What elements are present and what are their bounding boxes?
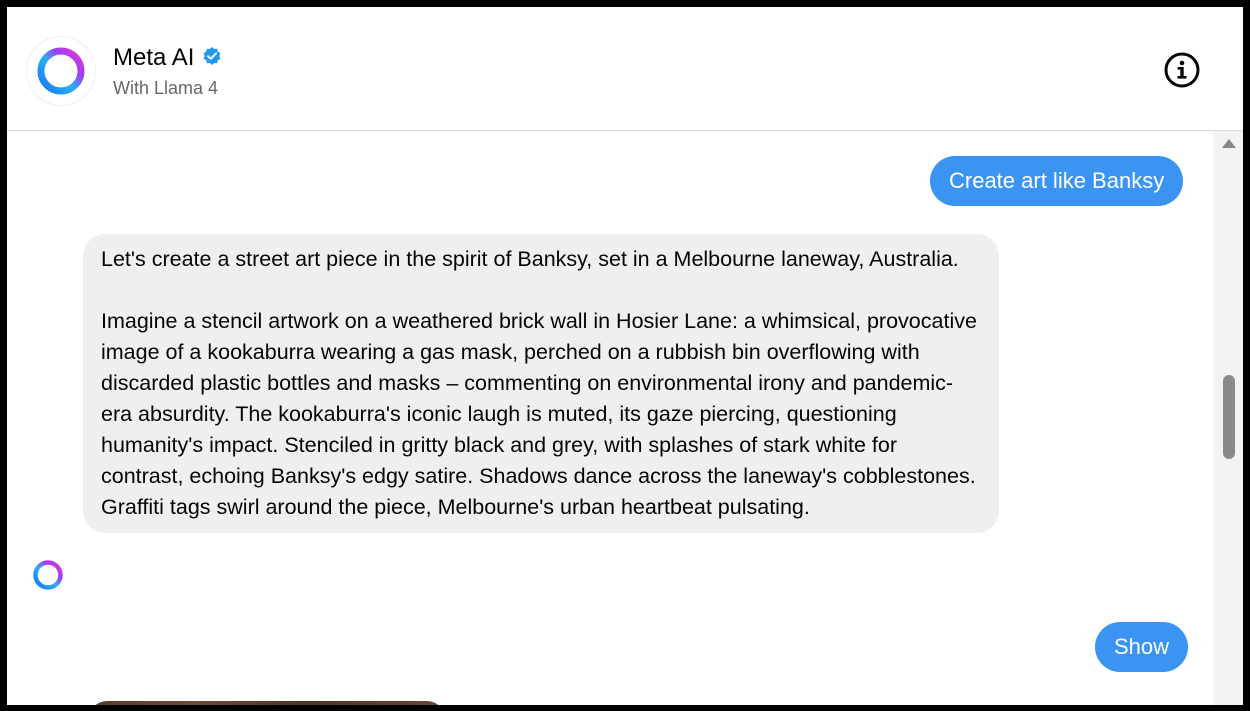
message-list[interactable]: Create art like Banksy Let's create a st… — [7, 131, 1213, 705]
chat-subtitle: With Llama 4 — [113, 78, 219, 98]
meta-ai-avatar[interactable] — [27, 37, 95, 105]
info-icon — [1164, 52, 1200, 88]
meta-ai-ring-icon — [37, 47, 85, 95]
scrollbar[interactable] — [1213, 131, 1243, 705]
meta-ai-ring-icon — [33, 560, 63, 590]
chat-window: Meta AI With Llama 4 Create art like Ban… — [7, 7, 1243, 705]
user-message[interactable]: Show — [1095, 622, 1189, 672]
scrollbar-thumb[interactable] — [1223, 375, 1235, 459]
verified-badge-icon — [202, 46, 222, 71]
chat-title: Meta AI — [113, 44, 195, 71]
info-button[interactable] — [1164, 52, 1200, 88]
generated-image-preview[interactable] — [89, 701, 445, 705]
chat-header: Meta AI With Llama 4 — [7, 7, 1243, 131]
ai-message-paragraph: Let's create a street art piece in the s… — [101, 247, 959, 271]
ai-message-avatar — [31, 558, 65, 592]
scroll-up-arrow-icon[interactable] — [1222, 139, 1236, 148]
user-message[interactable]: Create art like Banksy — [930, 156, 1184, 206]
ai-message-paragraph: Imagine a stencil artwork on a weathered… — [101, 309, 977, 519]
ai-message[interactable]: Let's create a street art piece in the s… — [83, 234, 999, 533]
title-row: Meta AI — [113, 44, 222, 72]
